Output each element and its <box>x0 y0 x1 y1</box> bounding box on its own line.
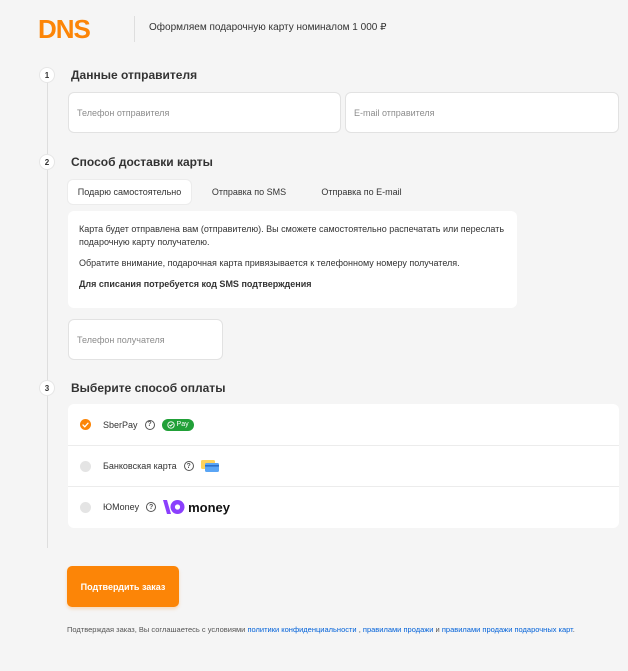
page-title: Оформляем подарочную карту номиналом 1 0… <box>149 22 387 33</box>
step-number-1: 1 <box>40 68 54 82</box>
payment-option-bank-card[interactable]: Банковская карта ? <box>68 445 619 486</box>
radio-unchecked-icon[interactable] <box>80 460 91 472</box>
svg-text:DNS: DNS <box>38 17 91 41</box>
dns-logo[interactable]: DNS <box>38 14 116 44</box>
radio-unchecked-icon[interactable] <box>80 501 91 513</box>
yoomoney-logo-icon <box>163 500 185 514</box>
recipient-phone-input[interactable] <box>77 334 214 345</box>
steps-timeline <box>47 82 48 548</box>
payment-label-sberpay: SberPay <box>103 419 138 430</box>
step-title-delivery: Способ доставки карты <box>71 155 213 169</box>
yoomoney-logo-text: money <box>188 499 231 515</box>
sberpay-badge-text: Pay <box>176 421 189 428</box>
recipient-phone-field[interactable] <box>68 319 223 360</box>
sender-phone-input[interactable] <box>77 107 332 118</box>
step-number-2: 2 <box>40 155 54 169</box>
sales-rules-link[interactable]: правилами продажи <box>363 625 434 634</box>
help-icon[interactable]: ? <box>183 461 194 471</box>
header-divider <box>134 16 135 42</box>
terms-separator: , <box>358 625 361 634</box>
payment-label-bank-card: Банковская карта <box>103 461 177 471</box>
sender-email-field[interactable] <box>345 92 619 133</box>
terms-note: Подтверждая заказ, Вы соглашаетесь с усл… <box>67 625 607 635</box>
confirm-order-button[interactable]: Подтвердить заказ <box>67 566 179 607</box>
privacy-policy-link[interactable]: политики конфиденциальности <box>247 625 356 634</box>
help-icon[interactable]: ? <box>144 419 155 430</box>
sender-email-input[interactable] <box>354 107 610 118</box>
delivery-info-sms-code: Для списания потребуется код SMS подтвер… <box>79 279 312 289</box>
sender-phone-field[interactable] <box>68 92 341 133</box>
gift-card-rules-link[interactable]: правилами продажи подарочных карт <box>442 625 573 634</box>
dns-logo-icon: DNS <box>38 14 92 44</box>
tab-self-gift[interactable]: Подарю самостоятельно <box>68 180 191 204</box>
delivery-info-card: Карта будет отправлена вам (отправителю)… <box>68 211 517 308</box>
payment-options-card: SberPay ? Pay Банковская карта ? ЮMoney … <box>68 404 619 528</box>
delivery-info-note: Обратите внимание, подарочная карта прив… <box>79 258 460 268</box>
terms-conjunction: и <box>435 625 440 634</box>
sberpay-badge-icon: Pay <box>161 418 194 431</box>
payment-option-yoomoney[interactable]: ЮMoney ? money <box>68 486 619 527</box>
help-icon[interactable]: ? <box>146 502 157 512</box>
bank-card-icon <box>200 460 219 472</box>
terms-suffix: . <box>572 625 575 634</box>
tab-email-delivery[interactable]: Отправка по E-mail <box>309 180 414 204</box>
delivery-info-text: Карта будет отправлена вам (отправителю)… <box>79 224 505 247</box>
terms-prefix: Подтверждая заказ, Вы соглашаетесь с усл… <box>67 625 246 634</box>
radio-checked-icon[interactable] <box>80 419 91 430</box>
step-title-payment: Выберите способ оплаты <box>71 381 226 395</box>
step-title-sender: Данные отправителя <box>71 68 198 82</box>
payment-option-sberpay[interactable]: SberPay ? Pay <box>68 404 619 445</box>
tab-sms-delivery[interactable]: Отправка по SMS <box>201 180 297 204</box>
step-number-3: 3 <box>40 381 54 395</box>
payment-label-yoomoney: ЮMoney <box>103 502 140 512</box>
